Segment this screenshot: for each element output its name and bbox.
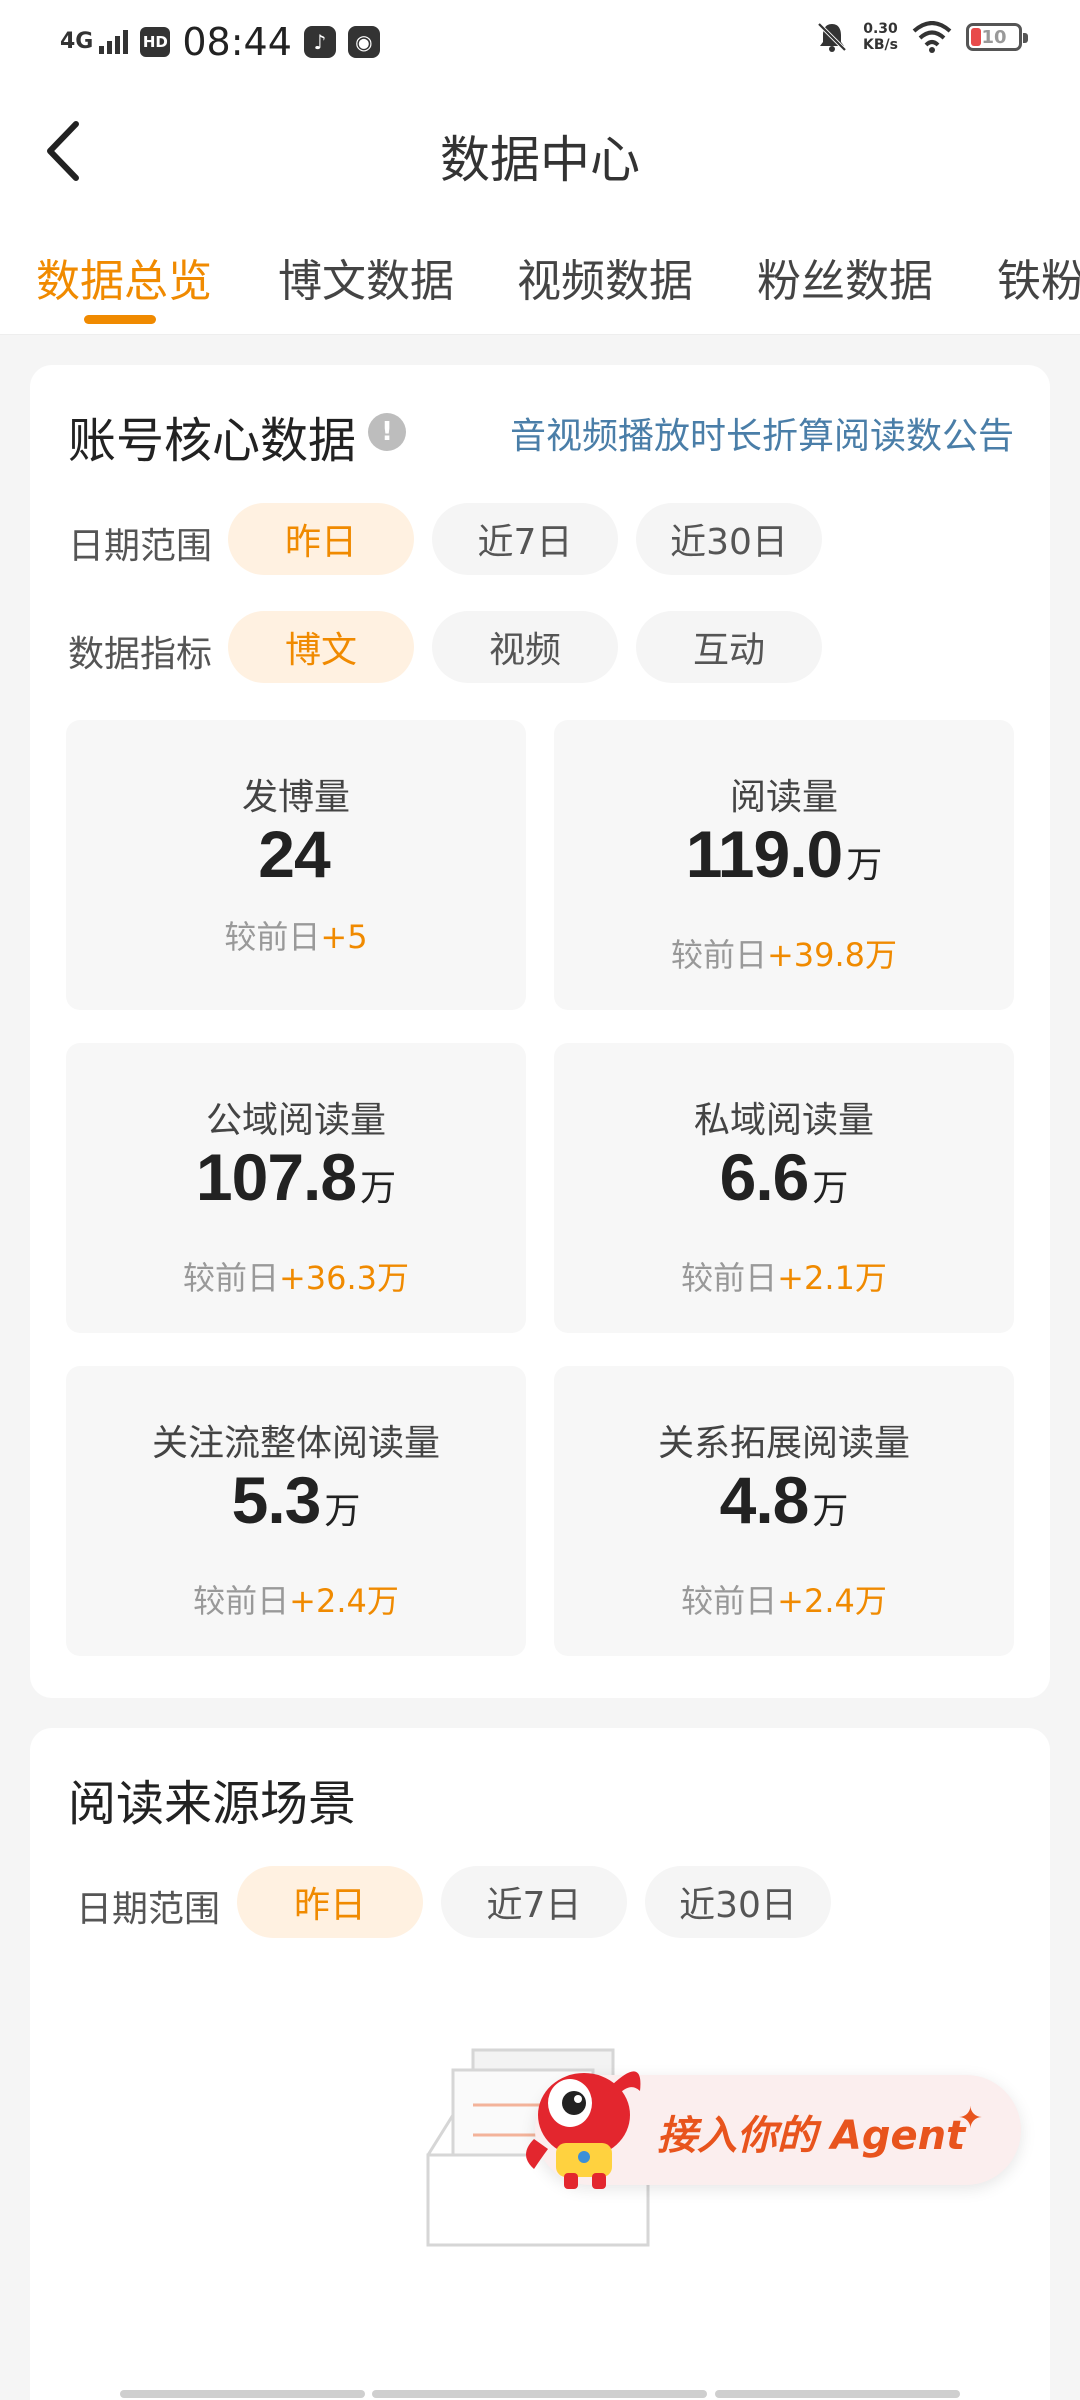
tab-video-data[interactable]: 视频数据 xyxy=(517,245,693,309)
mascot-icon[interactable] xyxy=(512,2045,662,2195)
agent-banner-text: 接入你的 Agent xyxy=(657,2113,966,2159)
date-chip-7days[interactable]: 近7日 xyxy=(432,503,618,575)
signal-icon xyxy=(99,30,129,54)
stat-value: 107.8 万 xyxy=(66,1139,526,1215)
stat-number: 24 xyxy=(258,817,330,891)
status-right: 0.30 KB/s 10 xyxy=(815,20,1028,54)
status-bar: 4G HD 08:44 ♪ ◉ 0.30 KB/s 10 xyxy=(0,0,1080,80)
tab-post-data[interactable]: 博文数据 xyxy=(278,245,454,309)
stat-value: 4.8 万 xyxy=(554,1462,1014,1538)
delta-change: +39.8万 xyxy=(766,936,898,974)
sparkle-icon: ✦ xyxy=(957,2101,983,2136)
stat-number: 5.3 xyxy=(231,1463,322,1537)
metric-label: 数据指标 xyxy=(68,634,213,675)
stat-post-count[interactable]: 发博量 24 较前日+5 xyxy=(66,720,526,1010)
stat-label: 阅读量 xyxy=(729,777,838,818)
delta-change: +2.4万 xyxy=(289,1582,399,1620)
status-left: 4G HD 08:44 ♪ ◉ xyxy=(60,20,380,64)
wifi-icon xyxy=(912,21,952,53)
scroll-indicator xyxy=(120,2390,365,2398)
core-data-card: 账号核心数据 ! 音视频播放时长折算阅读数公告 日期范围 昨日 近7日 近30日… xyxy=(30,365,1050,1698)
read-source-title: 阅读来源场景 xyxy=(68,1776,357,1832)
page-title: 数据中心 xyxy=(440,131,640,189)
stat-label: 关系拓展阅读量 xyxy=(657,1423,910,1464)
net-speed: 0.30 KB/s xyxy=(863,21,898,53)
date-range-label: 日期范围 xyxy=(76,1889,221,1930)
core-data-title: 账号核心数据 xyxy=(68,413,357,469)
delta-prefix: 较前日 xyxy=(182,1259,279,1297)
stat-follow-feed-read[interactable]: 关注流整体阅读量 5.3 万 较前日+2.4万 xyxy=(66,1366,526,1656)
stat-delta: 较前日+2.1万 xyxy=(554,1253,1014,1299)
stat-public-read[interactable]: 公域阅读量 107.8 万 较前日+36.3万 xyxy=(66,1043,526,1333)
active-tab-indicator xyxy=(84,315,156,324)
stat-label: 关注流整体阅读量 xyxy=(151,1423,440,1464)
stat-relation-expand-read[interactable]: 关系拓展阅读量 4.8 万 较前日+2.4万 xyxy=(554,1366,1014,1656)
metric-chip-interaction[interactable]: 互动 xyxy=(636,611,822,683)
tab-iron-fans[interactable]: 铁粉 xyxy=(997,245,1080,309)
battery-icon: 10 xyxy=(966,23,1028,51)
delta-prefix: 较前日 xyxy=(670,936,767,974)
net-speed-value: 0.30 xyxy=(863,21,898,37)
notice-link[interactable]: 音视频播放时长折算阅读数公告 xyxy=(510,407,1014,459)
stat-value: 6.6 万 xyxy=(554,1139,1014,1215)
stat-value: 24 xyxy=(66,816,526,892)
network-type: 4G xyxy=(60,29,94,54)
tiktok-icon: ♪ xyxy=(303,26,336,58)
stat-unit: 万 xyxy=(360,1167,397,1208)
date-chip-30days[interactable]: 近30日 xyxy=(636,503,822,575)
stat-number: 4.8 xyxy=(719,1463,810,1537)
stat-unit: 万 xyxy=(846,844,883,885)
stat-unit: 万 xyxy=(812,1490,849,1531)
delta-prefix: 较前日 xyxy=(681,1582,778,1620)
stat-delta: 较前日+39.8万 xyxy=(554,930,1014,976)
scroll-indicator xyxy=(372,2390,707,2398)
stat-delta: 较前日+2.4万 xyxy=(554,1576,1014,1622)
mute-bell-icon xyxy=(817,22,847,52)
delta-change: +5 xyxy=(320,918,368,956)
delta-change: +2.4万 xyxy=(777,1582,887,1620)
stat-delta: 较前日+2.4万 xyxy=(66,1576,526,1622)
delta-prefix: 较前日 xyxy=(681,1259,778,1297)
stat-unit: 万 xyxy=(324,1490,361,1531)
stat-number: 107.8 xyxy=(195,1140,357,1214)
date-chip-yesterday[interactable]: 昨日 xyxy=(228,503,414,575)
stat-delta: 较前日+5 xyxy=(66,912,526,958)
delta-prefix: 较前日 xyxy=(224,918,321,956)
tab-fans-data[interactable]: 粉丝数据 xyxy=(757,245,933,309)
info-icon[interactable]: ! xyxy=(368,413,406,451)
scroll-indicator xyxy=(715,2390,960,2398)
stat-delta: 较前日+36.3万 xyxy=(66,1253,526,1299)
clock: 08:44 xyxy=(182,20,292,64)
net-speed-unit: KB/s xyxy=(863,37,898,53)
date-range-label: 日期范围 xyxy=(68,526,213,567)
delta-prefix: 较前日 xyxy=(193,1582,290,1620)
delta-change: +2.1万 xyxy=(777,1259,887,1297)
source-date-chip-30days[interactable]: 近30日 xyxy=(645,1866,831,1938)
tab-overview[interactable]: 数据总览 xyxy=(36,245,212,309)
delta-change: +36.3万 xyxy=(278,1259,410,1297)
stat-value: 5.3 万 xyxy=(66,1462,526,1538)
weibo-icon: ◉ xyxy=(347,26,380,58)
stat-number: 6.6 xyxy=(719,1140,810,1214)
battery-level: 10 xyxy=(981,26,1007,48)
stat-value: 119.0 万 xyxy=(554,816,1014,892)
stat-unit: 万 xyxy=(812,1167,849,1208)
app-header: 数据中心 xyxy=(0,80,1080,215)
metric-chip-video[interactable]: 视频 xyxy=(432,611,618,683)
metric-chip-post[interactable]: 博文 xyxy=(228,611,414,683)
stat-label: 公域阅读量 xyxy=(205,1100,386,1141)
hd-icon: HD xyxy=(140,27,171,57)
tab-bar: 数据总览 博文数据 视频数据 粉丝数据 铁粉 xyxy=(0,215,1080,335)
stat-read-count[interactable]: 阅读量 119.0 万 较前日+39.8万 xyxy=(554,720,1014,1010)
source-date-chip-yesterday[interactable]: 昨日 xyxy=(237,1866,423,1938)
stat-number: 119.0 xyxy=(685,817,844,891)
stat-label: 发博量 xyxy=(241,777,350,818)
stat-label: 私域阅读量 xyxy=(693,1100,874,1141)
source-date-chip-7days[interactable]: 近7日 xyxy=(441,1866,627,1938)
stat-private-read[interactable]: 私域阅读量 6.6 万 较前日+2.1万 xyxy=(554,1043,1014,1333)
